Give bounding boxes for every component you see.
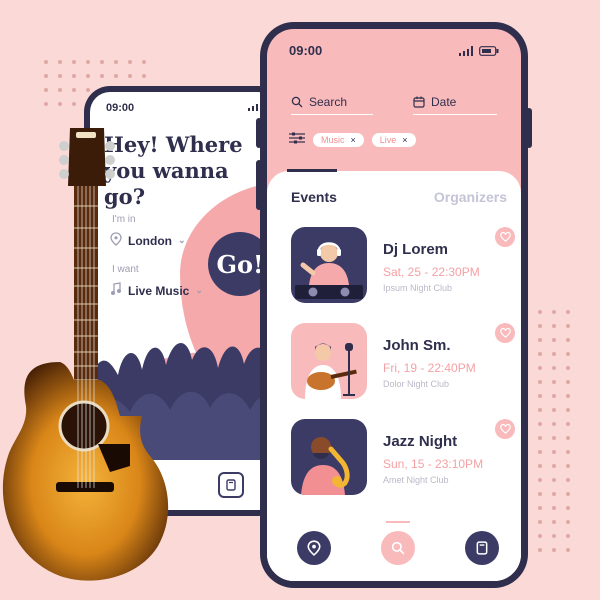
event-title: John Sm. xyxy=(383,337,451,354)
event-item[interactable]: Jazz Night Sun, 15 - 23:10PM Amet Night … xyxy=(291,419,515,499)
heart-icon[interactable] xyxy=(495,323,515,343)
event-date: Sat, 25 - 22:30PM xyxy=(383,265,480,279)
event-date: Fri, 19 - 22:40PM xyxy=(383,361,476,375)
filter-sliders-icon[interactable] xyxy=(289,131,305,149)
guitarist-illustration xyxy=(291,323,367,399)
bottom-nav xyxy=(267,521,521,581)
card-icon[interactable] xyxy=(218,472,244,498)
dj-illustration xyxy=(291,227,367,303)
date-placeholder: Date xyxy=(431,95,457,109)
battery-icon xyxy=(479,45,499,56)
events-panel: Events Organizers Dj Lorem Sat, 25 - 22:… xyxy=(267,169,521,581)
date-input[interactable]: Date xyxy=(413,95,497,115)
main-phone: 09:00 Search Date Music × Live × Events … xyxy=(260,22,528,588)
event-venue: Amet Night Club xyxy=(383,475,449,485)
filter-chip-music[interactable]: Music × xyxy=(313,133,364,147)
saxophonist-illustration xyxy=(291,419,367,495)
event-venue: Dolor Night Club xyxy=(383,379,450,389)
status-bar: 09:00 xyxy=(106,102,262,114)
calendar-icon xyxy=(413,96,425,108)
heart-icon[interactable] xyxy=(495,419,515,439)
event-title: Jazz Night xyxy=(383,433,458,450)
search-icon xyxy=(291,96,303,108)
chevron-down-icon: ⌄ xyxy=(195,285,203,295)
filter-row: Music × Live × xyxy=(289,131,416,149)
chip-label: Music xyxy=(321,135,345,145)
chevron-down-icon: ⌄ xyxy=(177,235,186,245)
tab-bar: Events Organizers xyxy=(287,169,507,205)
main-phone-screen: 09:00 Search Date Music × Live × Events … xyxy=(267,29,521,581)
location-pin-icon[interactable] xyxy=(297,531,331,565)
tab-organizers[interactable]: Organizers xyxy=(434,189,507,205)
status-bar: 09:00 xyxy=(289,43,499,58)
system-icons xyxy=(459,45,499,56)
search-input[interactable]: Search xyxy=(291,95,373,115)
event-item[interactable]: Dj Lorem Sat, 25 - 22:30PM Ipsum Night C… xyxy=(291,227,515,307)
close-icon[interactable]: × xyxy=(402,135,407,145)
search-placeholder: Search xyxy=(309,95,348,109)
signal-icon xyxy=(459,45,473,56)
event-venue: Ipsum Night Club xyxy=(383,283,453,293)
guitar-illustration xyxy=(2,128,169,581)
filter-chip-live[interactable]: Live × xyxy=(371,133,416,147)
dot-grid-right xyxy=(538,310,570,552)
card-icon[interactable] xyxy=(465,531,499,565)
event-item[interactable]: John Sm. Fri, 19 - 22:40PM Dolor Night C… xyxy=(291,323,515,403)
status-time: 09:00 xyxy=(106,102,135,114)
event-date: Sun, 15 - 23:10PM xyxy=(383,457,484,471)
tab-events[interactable]: Events xyxy=(287,169,337,205)
status-time: 09:00 xyxy=(289,43,323,58)
search-icon[interactable] xyxy=(381,521,415,565)
event-title: Dj Lorem xyxy=(383,241,449,258)
chip-label: Live xyxy=(379,135,397,145)
close-icon[interactable]: × xyxy=(351,135,356,145)
heart-icon[interactable] xyxy=(495,227,515,247)
